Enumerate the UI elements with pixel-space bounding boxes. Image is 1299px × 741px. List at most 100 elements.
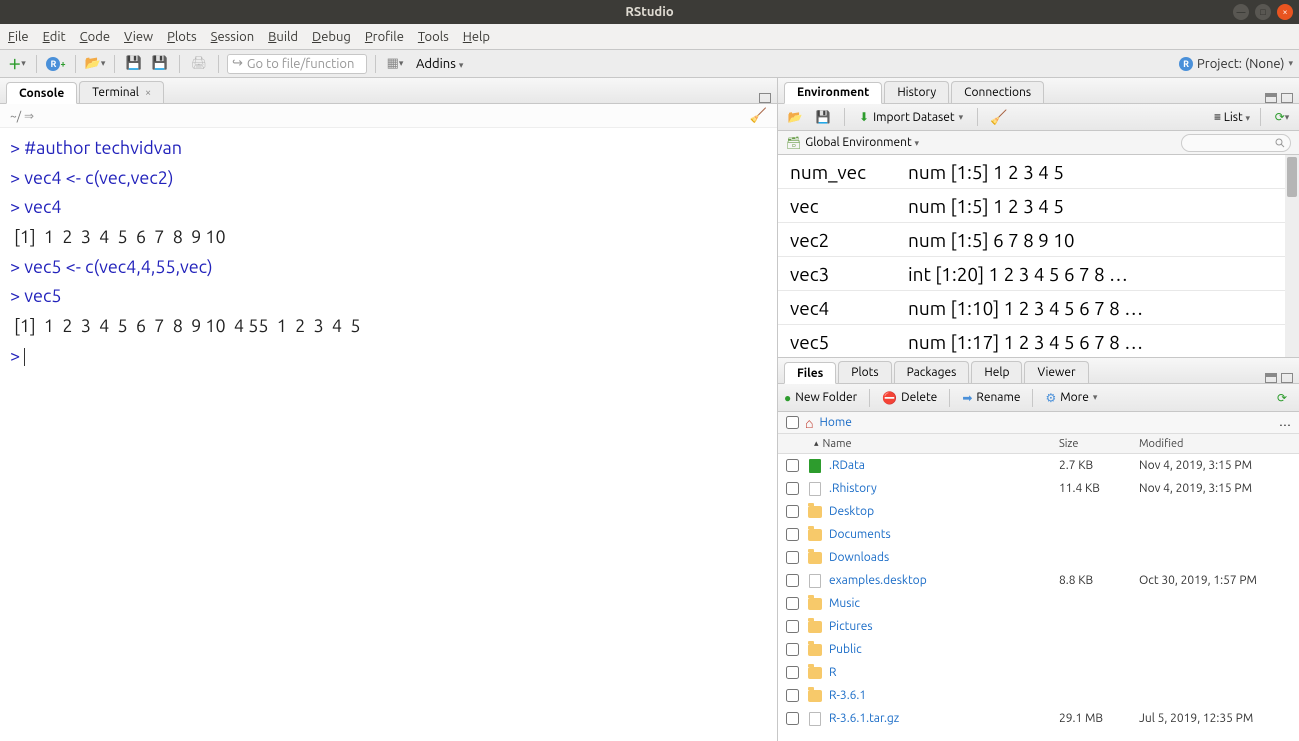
file-checkbox[interactable] <box>786 574 799 587</box>
env-pane-minimize-icon[interactable] <box>1265 93 1277 103</box>
file-modified: Nov 4, 2019, 3:15 PM <box>1139 459 1299 472</box>
menu-file[interactable]: File <box>8 30 29 44</box>
print-button[interactable]: 🖨 <box>188 53 210 75</box>
menu-view[interactable]: View <box>124 30 153 44</box>
clear-console-icon[interactable]: 🧹 <box>750 107 767 124</box>
new-folder-button[interactable]: ●New Folder <box>784 391 857 405</box>
file-name-link[interactable]: examples.desktop <box>807 573 1059 589</box>
close-tab-icon[interactable]: × <box>145 87 151 99</box>
tab-packages[interactable]: Packages <box>894 361 970 383</box>
file-checkbox[interactable] <box>786 505 799 518</box>
select-all-checkbox[interactable] <box>786 416 799 429</box>
file-checkbox[interactable] <box>786 689 799 702</box>
file-size: 2.7 KB <box>1059 459 1139 472</box>
file-name-link[interactable]: Documents <box>807 527 1059 543</box>
clear-environment-button[interactable]: 🧹 <box>988 106 1010 128</box>
file-name-link[interactable]: .Rhistory <box>807 481 1059 497</box>
open-file-button[interactable]: 📂▾ <box>84 53 106 75</box>
console-output[interactable]: > #author techvidvan > vec4 <- c(vec,vec… <box>0 128 777 741</box>
env-scrollbar[interactable] <box>1285 155 1299 357</box>
file-name-link[interactable]: .RData <box>807 458 1059 474</box>
menu-plots[interactable]: Plots <box>167 30 197 44</box>
file-name-link[interactable]: R-3.6.1.tar.gz <box>807 711 1059 727</box>
env-pane-maximize-icon[interactable] <box>1281 93 1293 103</box>
view-mode-button[interactable]: ≡ List ▾ <box>1214 110 1250 124</box>
menu-profile[interactable]: Profile <box>365 30 404 44</box>
refresh-env-button[interactable]: ⟳▾ <box>1271 106 1293 128</box>
menu-tools[interactable]: Tools <box>418 30 449 44</box>
file-name-link[interactable]: Public <box>807 642 1059 658</box>
delete-button[interactable]: ⛔Delete <box>882 391 937 405</box>
file-name-link[interactable]: Pictures <box>807 619 1059 635</box>
breadcrumb-home[interactable]: Home <box>819 416 851 429</box>
env-var-row[interactable]: vec5num [1:17] 1 2 3 4 5 6 7 8 … <box>778 325 1299 357</box>
home-icon[interactable]: ⌂ <box>805 415 813 431</box>
grid-button[interactable]: ▦▾ <box>384 53 406 75</box>
tab-viewer[interactable]: Viewer <box>1024 361 1088 383</box>
tab-plots[interactable]: Plots <box>838 361 891 383</box>
new-project-button[interactable]: R+ <box>45 53 67 75</box>
scope-selector[interactable]: Global Environment ▾ <box>805 136 919 149</box>
file-checkbox[interactable] <box>786 712 799 725</box>
environment-search-input[interactable] <box>1181 134 1291 152</box>
env-var-row[interactable]: vecnum [1:5] 1 2 3 4 5 <box>778 189 1299 223</box>
file-checkbox[interactable] <box>786 620 799 633</box>
window-close-button[interactable]: × <box>1277 4 1293 20</box>
tab-connections[interactable]: Connections <box>951 81 1044 103</box>
import-dataset-button[interactable]: ⬇ Import Dataset ▾ <box>855 108 967 126</box>
file-checkbox[interactable] <box>786 666 799 679</box>
file-checkbox[interactable] <box>786 528 799 541</box>
save-button[interactable]: 💾 <box>123 53 145 75</box>
env-var-row[interactable]: vec3int [1:20] 1 2 3 4 5 6 7 8 … <box>778 257 1299 291</box>
file-name-link[interactable]: R-3.6.1 <box>807 688 1059 704</box>
tab-history[interactable]: History <box>884 81 949 103</box>
save-all-button[interactable]: 💾 <box>149 53 171 75</box>
new-file-button[interactable]: ＋▾ <box>6 53 28 75</box>
window-minimize-button[interactable]: — <box>1233 4 1249 20</box>
more-path-button[interactable]: … <box>1279 416 1291 429</box>
env-var-name: num_vec <box>778 161 908 183</box>
env-var-row[interactable]: num_vecnum [1:5] 1 2 3 4 5 <box>778 155 1299 189</box>
env-var-name: vec4 <box>778 297 908 319</box>
column-modified[interactable]: Modified <box>1139 438 1299 450</box>
menu-code[interactable]: Code <box>80 30 110 44</box>
file-name-link[interactable]: Desktop <box>807 504 1059 520</box>
column-name[interactable]: ▴ Name <box>808 438 1059 450</box>
go-to-file-input[interactable]: ↪ Go to file/function <box>227 54 367 74</box>
file-name-link[interactable]: Music <box>807 596 1059 612</box>
window-maximize-button[interactable]: □ <box>1255 4 1271 20</box>
menu-help[interactable]: Help <box>463 30 490 44</box>
column-size[interactable]: Size <box>1059 438 1139 450</box>
refresh-files-button[interactable]: ⟳ <box>1271 387 1293 409</box>
files-pane-maximize-icon[interactable] <box>1281 373 1293 383</box>
file-checkbox[interactable] <box>786 459 799 472</box>
rdata-icon <box>809 459 821 473</box>
file-checkbox[interactable] <box>786 597 799 610</box>
env-var-row[interactable]: vec2num [1:5] 6 7 8 9 10 <box>778 223 1299 257</box>
file-checkbox[interactable] <box>786 551 799 564</box>
console-pane-maximize-icon[interactable] <box>759 93 771 103</box>
tab-help[interactable]: Help <box>971 361 1022 383</box>
menu-session[interactable]: Session <box>211 30 254 44</box>
menu-edit[interactable]: Edit <box>43 30 66 44</box>
import-icon: ⬇ <box>859 110 869 124</box>
tab-environment[interactable]: Environment <box>784 82 882 104</box>
file-checkbox[interactable] <box>786 643 799 656</box>
menu-debug[interactable]: Debug <box>312 30 351 44</box>
file-name-link[interactable]: Downloads <box>807 550 1059 566</box>
project-selector[interactable]: R Project: (None) ▾ <box>1179 57 1293 71</box>
file-checkbox[interactable] <box>786 482 799 495</box>
file-name-link[interactable]: R <box>807 665 1059 681</box>
go-to-placeholder: Go to file/function <box>247 57 354 71</box>
load-workspace-button[interactable]: 📂 <box>784 106 806 128</box>
files-pane-minimize-icon[interactable] <box>1265 373 1277 383</box>
addins-button[interactable]: Addins ▾ <box>410 57 469 71</box>
menu-build[interactable]: Build <box>268 30 298 44</box>
env-var-row[interactable]: vec4num [1:10] 1 2 3 4 5 6 7 8 … <box>778 291 1299 325</box>
more-button[interactable]: ⚙More ▾ <box>1045 391 1097 405</box>
tab-console[interactable]: Console <box>6 82 77 104</box>
save-workspace-button[interactable]: 💾 <box>812 106 834 128</box>
tab-terminal[interactable]: Terminal× <box>79 81 164 103</box>
rename-button[interactable]: ➡Rename <box>962 391 1020 405</box>
tab-files[interactable]: Files <box>784 362 836 384</box>
